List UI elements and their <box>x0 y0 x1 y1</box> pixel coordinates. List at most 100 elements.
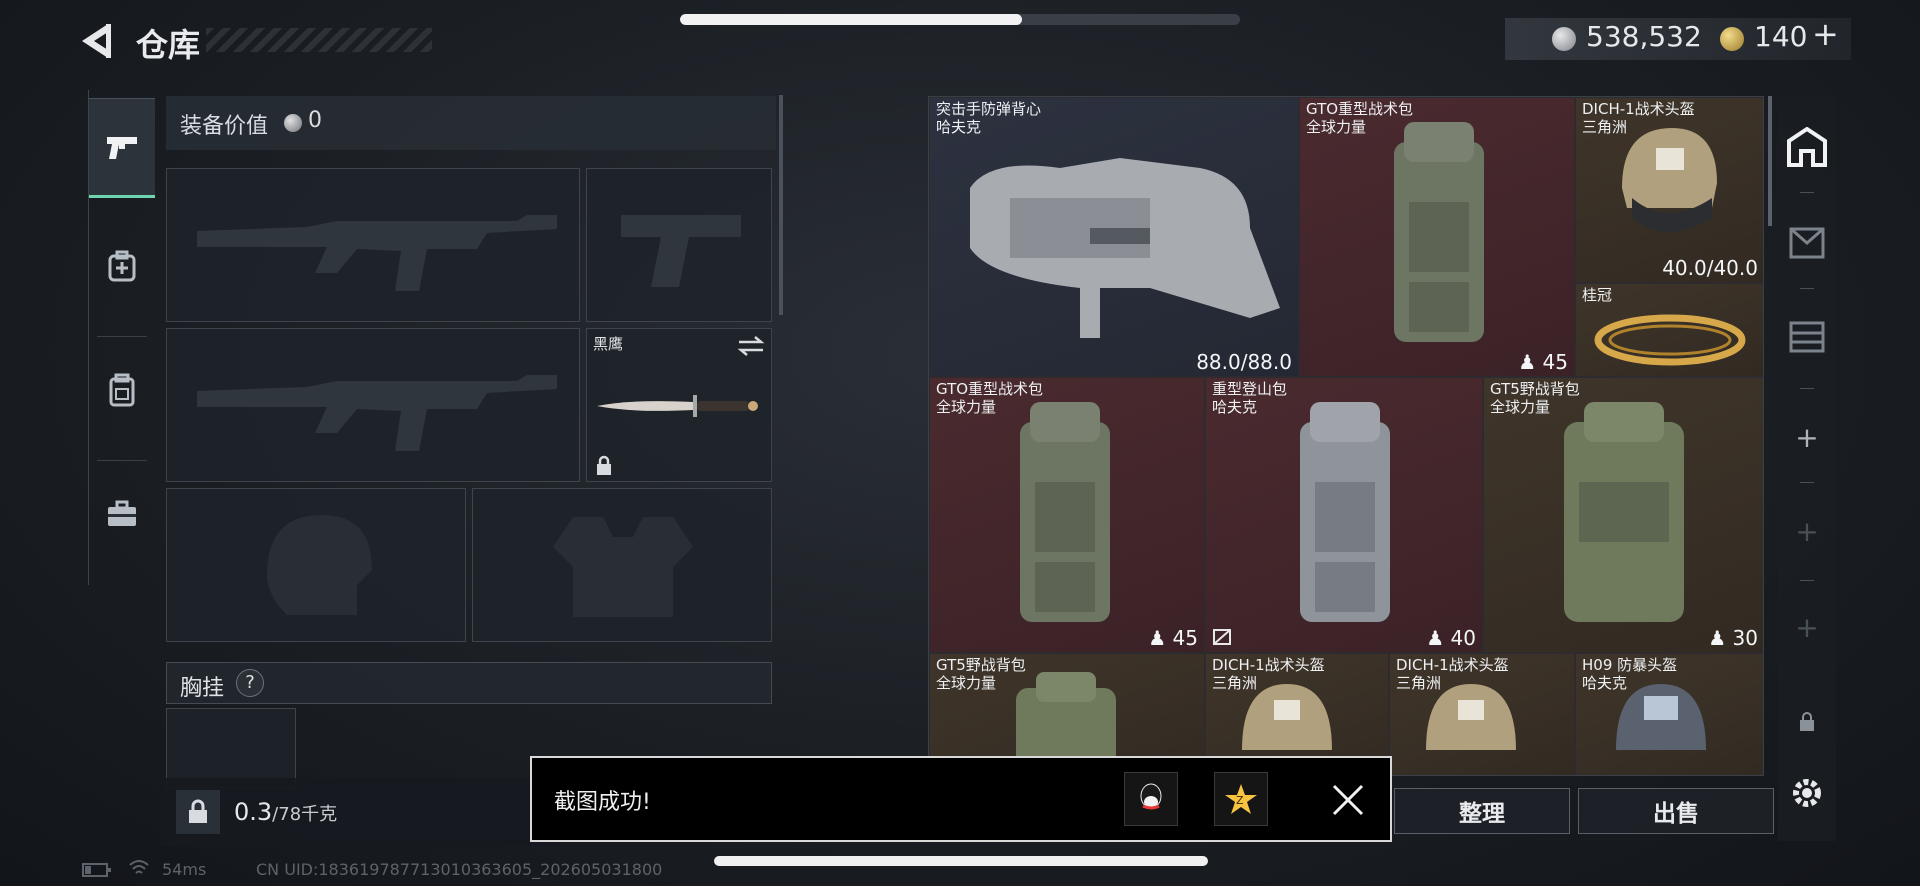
help-button[interactable]: ? <box>236 669 264 697</box>
gold-coin-icon <box>1720 27 1744 51</box>
tab-weapons[interactable] <box>89 98 155 198</box>
tab-medical[interactable] <box>89 216 155 316</box>
swap-icon[interactable] <box>737 335 765 357</box>
item-capacity: ♟ 45 <box>1518 350 1568 374</box>
inventory-item[interactable]: GTO重型战术包 全球力量 ♟ 45 <box>929 377 1205 653</box>
pistol-icon <box>107 137 137 159</box>
home-indicator[interactable] <box>714 856 1208 866</box>
no-stack-icon <box>1213 629 1231 645</box>
inventory-item[interactable]: GTO重型战术包 全球力量 ♟ 45 <box>1299 97 1575 377</box>
inventory-item[interactable]: GT5野战背包 全球力量 ♟ 30 <box>1483 377 1763 653</box>
pistol-slot[interactable] <box>586 168 772 322</box>
backpack-icon <box>1300 402 1390 622</box>
inventory-scrollbar[interactable] <box>1768 96 1772 226</box>
toast-message: 截图成功! <box>554 790 651 815</box>
chest-rig-label: 胸挂 <box>180 676 225 701</box>
tab-safehouse[interactable] <box>1778 122 1836 172</box>
qzone-icon: Z <box>1225 784 1257 814</box>
primary-weapon-slot[interactable] <box>166 168 580 322</box>
weight-bar <box>160 778 560 846</box>
lock-icon <box>597 455 611 475</box>
helmet-icon <box>1622 128 1717 232</box>
lock-icon <box>1778 702 1836 742</box>
item-name: 突击手防弹背心 <box>936 100 1042 118</box>
item-brand: 哈夫克 <box>936 118 982 136</box>
inventory-item[interactable]: DICH-1战术头盔 三角洲 40.0/40.0 <box>1575 97 1763 283</box>
inventory-grid[interactable]: 突击手防弹背心 哈夫克 88.0/88.0 GTO重型战术包 全球力量 ♟ 45… <box>928 96 1764 776</box>
item-brand: 全球力量 <box>1306 118 1367 136</box>
helmet-icon <box>1426 684 1516 750</box>
wifi-icon <box>129 860 149 874</box>
inventory-item[interactable]: 突击手防弹背心 哈夫克 88.0/88.0 <box>929 97 1299 377</box>
tab-storage-2[interactable] <box>1778 216 1836 266</box>
share-qzone-button[interactable]: Z <box>1214 772 1268 826</box>
item-brand: 哈夫克 <box>1212 398 1258 416</box>
chest-rig-slot[interactable] <box>166 708 296 788</box>
share-qq-button[interactable] <box>1124 772 1178 826</box>
item-durability: 40.0/40.0 <box>1662 256 1758 280</box>
qq-icon <box>1140 783 1162 810</box>
add-storage-button-locked: + <box>1795 610 1819 644</box>
helmet-slot[interactable] <box>166 488 466 642</box>
inventory-item[interactable]: 重型登山包 哈夫克 ♟ 40 <box>1205 377 1483 653</box>
item-durability: 88.0/88.0 <box>1196 350 1292 374</box>
settings-icon[interactable] <box>1778 768 1836 818</box>
item-brand: 全球力量 <box>1490 398 1551 416</box>
weight-max: /78千克 <box>272 804 338 825</box>
ping-text: 54ms <box>162 860 207 879</box>
tab-storage-3[interactable] <box>1778 310 1836 360</box>
weight-current: 0.3 <box>234 798 273 826</box>
safehouse-icon <box>1787 127 1827 167</box>
add-currency-button[interactable]: + <box>1812 18 1839 50</box>
value-coin-icon <box>284 114 302 132</box>
helmet-silhouette-icon <box>267 515 372 615</box>
page-title: 仓库 <box>136 26 201 64</box>
uid-text: CN UID:18361978771301036360​5_2026050318… <box>256 860 663 879</box>
title-stripe <box>206 28 432 52</box>
top-progress-fill <box>680 14 1022 25</box>
medkit-icon <box>108 250 136 282</box>
inventory-item[interactable]: 桂冠 <box>1575 283 1763 377</box>
vest-silhouette-icon <box>553 517 693 617</box>
equipment-value: 0 <box>308 108 322 133</box>
inventory-item[interactable]: H09 防暴头盔 哈夫克 <box>1575 653 1763 775</box>
equipment-value-label: 装备价值 <box>180 114 269 139</box>
laurel-crown-icon <box>1594 314 1746 366</box>
backpack-icon <box>109 373 135 407</box>
equipment-scrollbar[interactable] <box>779 95 783 315</box>
item-name: 桂冠 <box>1582 286 1613 304</box>
rifle-silhouette-icon <box>197 375 557 451</box>
backpack-icon <box>1016 672 1116 758</box>
item-capacity-value: 45 <box>1542 350 1568 374</box>
melee-slot[interactable]: 黑鹰 <box>586 328 772 482</box>
item-capacity-value: 40 <box>1450 626 1476 650</box>
back-icon[interactable] <box>78 20 112 62</box>
handgun-silhouette-icon <box>621 215 741 287</box>
add-storage-button-locked: + <box>1795 514 1819 548</box>
sell-button[interactable]: 出售 <box>1578 788 1774 834</box>
item-capacity: ♟ 40 <box>1426 626 1476 650</box>
add-storage-button[interactable]: + <box>1778 412 1836 462</box>
sort-button[interactable]: 整理 <box>1394 788 1570 834</box>
item-capacity: ♟ 45 <box>1148 626 1198 650</box>
item-capacity-value: 45 <box>1172 626 1198 650</box>
backpack-icon <box>1020 402 1110 622</box>
secondary-weapon-slot[interactable] <box>166 328 580 482</box>
item-capacity-value: 30 <box>1732 626 1758 650</box>
vest-icon <box>970 158 1280 338</box>
armor-slot[interactable] <box>472 488 772 642</box>
weight-value: 0.3/78千克 <box>234 798 337 826</box>
knife-name: 黑鹰 <box>593 335 624 353</box>
tab-backpack[interactable] <box>89 340 155 440</box>
knife-icon <box>597 395 758 417</box>
silver-coin-icon <box>1552 27 1576 51</box>
briefcase-icon <box>108 500 136 526</box>
riot-helmet-icon <box>1616 684 1706 750</box>
inventory-item[interactable]: DICH-1战术头盔 三角洲 <box>1389 653 1575 775</box>
close-icon[interactable] <box>1326 778 1370 822</box>
battery-icon <box>82 863 111 877</box>
svg-text:Z: Z <box>1236 794 1244 807</box>
tab-gear[interactable] <box>89 464 155 564</box>
helmet-icon <box>1242 684 1332 750</box>
weight-lock-icon[interactable] <box>176 790 220 834</box>
